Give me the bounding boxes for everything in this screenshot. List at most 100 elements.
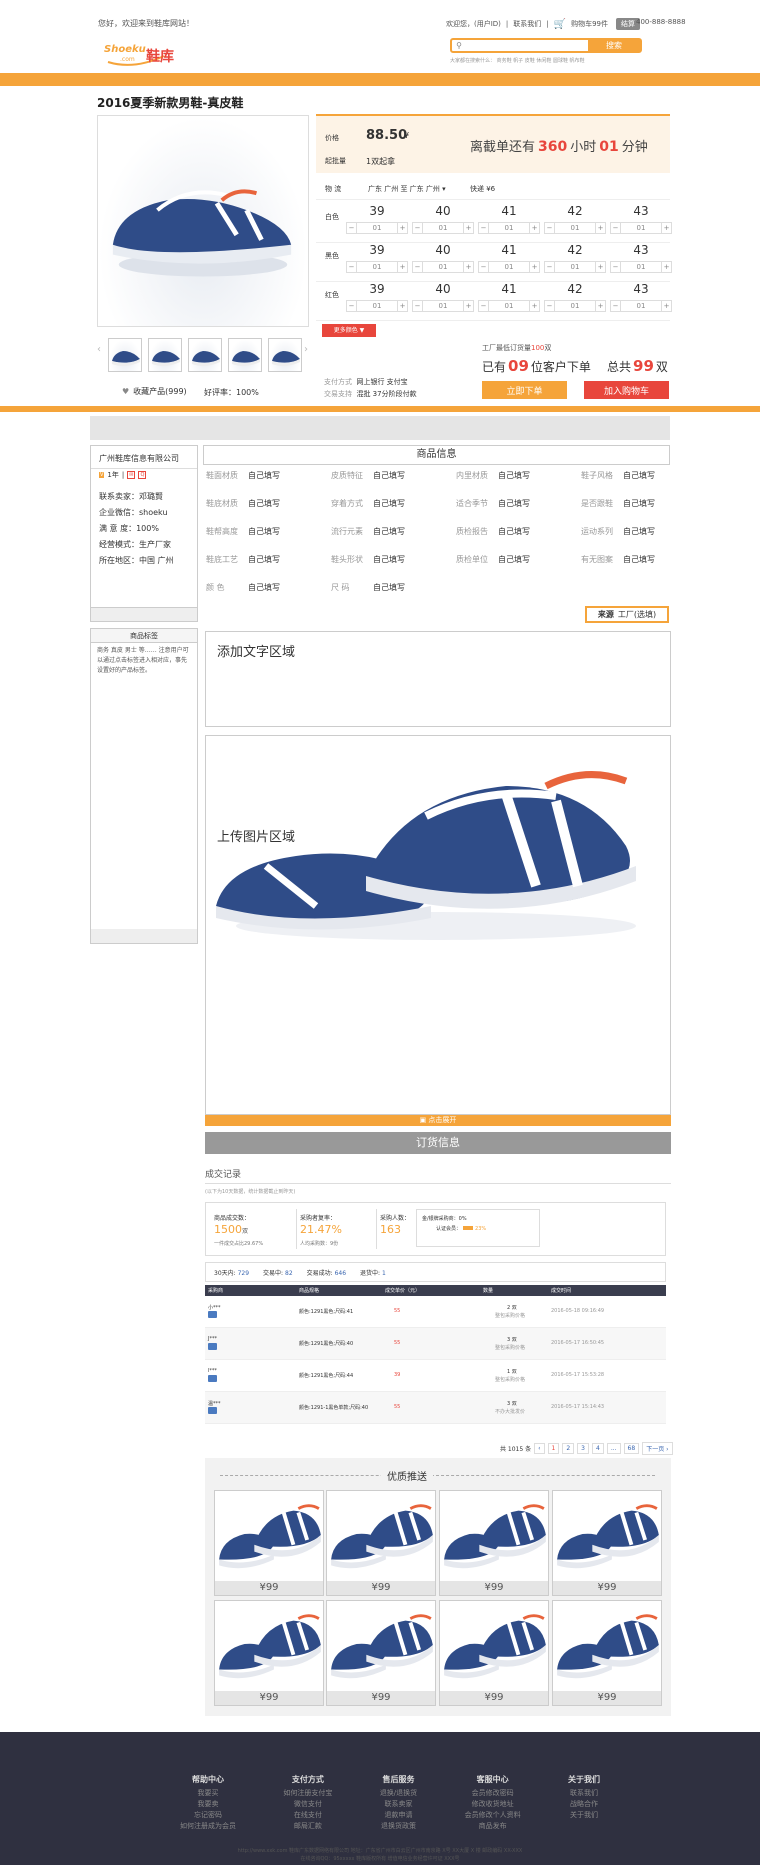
page-button[interactable]: ‹ xyxy=(534,1443,545,1454)
quantity-stepper[interactable]: −01 + xyxy=(544,261,606,273)
quantity-stepper[interactable]: −01 + xyxy=(478,300,540,312)
footer-link[interactable]: 如何注册成为会员 xyxy=(180,1821,236,1832)
contact-link[interactable]: 联系我们 xyxy=(513,19,541,29)
plus-button[interactable]: + xyxy=(595,223,605,233)
footer-link[interactable]: 修改收货地址 xyxy=(465,1799,521,1810)
quantity-input[interactable]: 01 xyxy=(621,223,661,233)
footer-link[interactable]: 退换/退换货 xyxy=(380,1788,417,1799)
quantity-stepper[interactable]: −01 + xyxy=(346,222,408,234)
plus-button[interactable]: + xyxy=(463,262,473,272)
add-to-cart-button[interactable]: 加入购物车 xyxy=(584,381,669,399)
page-button[interactable]: 3 xyxy=(577,1443,589,1454)
minus-button[interactable]: − xyxy=(479,262,489,272)
chat-icon[interactable]: ✉ xyxy=(127,471,136,479)
plus-button[interactable]: + xyxy=(661,223,671,233)
recommend-item[interactable]: ¥99 xyxy=(326,1490,436,1596)
page-button[interactable]: 68 xyxy=(623,1443,640,1454)
quantity-input[interactable]: 01 xyxy=(423,301,463,311)
quantity-input[interactable]: 01 xyxy=(423,223,463,233)
cart-icon[interactable]: 🛒 xyxy=(554,19,566,30)
order-now-button[interactable]: 立即下单 xyxy=(482,381,567,399)
recommend-item[interactable]: ¥99 xyxy=(552,1600,662,1706)
footer-link[interactable]: 退款申请 xyxy=(380,1810,417,1821)
plus-button[interactable]: + xyxy=(397,262,407,272)
quantity-stepper[interactable]: −01 + xyxy=(478,222,540,234)
minus-button[interactable]: − xyxy=(545,301,555,311)
plus-button[interactable]: + xyxy=(397,223,407,233)
page-button[interactable]: 2 xyxy=(562,1443,575,1454)
page-button[interactable]: ... xyxy=(606,1443,621,1454)
quantity-input[interactable]: 01 xyxy=(489,262,529,272)
recommend-item[interactable]: ¥99 xyxy=(214,1490,324,1596)
footer-link[interactable]: 在线支付 xyxy=(283,1810,332,1821)
thumbnail[interactable] xyxy=(148,338,182,372)
quantity-stepper[interactable]: −01 + xyxy=(412,222,474,234)
footer-link[interactable]: 退换货政策 xyxy=(380,1821,417,1832)
plus-button[interactable]: + xyxy=(595,262,605,272)
filter-trading[interactable]: 交易中: 82 xyxy=(263,1268,293,1277)
minus-button[interactable]: − xyxy=(611,301,621,311)
quantity-stepper[interactable]: −01 + xyxy=(610,300,672,312)
footer-link[interactable]: 商品发布 xyxy=(465,1821,521,1832)
footer-link[interactable]: 会员修改个人资料 xyxy=(465,1810,521,1821)
footer-link[interactable]: 邮局汇款 xyxy=(283,1821,332,1832)
minus-button[interactable]: − xyxy=(413,223,423,233)
quantity-stepper[interactable]: −01 + xyxy=(412,261,474,273)
quantity-input[interactable]: 01 xyxy=(357,301,397,311)
plus-button[interactable]: + xyxy=(529,301,539,311)
image-area[interactable]: 上传图片区域 xyxy=(205,735,671,1115)
more-colors-button[interactable]: 更多颜色 ▼ xyxy=(322,324,376,337)
thumbnail[interactable] xyxy=(188,338,222,372)
expand-button[interactable]: ▣ 点击展开 xyxy=(205,1115,671,1126)
recommend-item[interactable]: ¥99 xyxy=(214,1600,324,1706)
page-button[interactable]: 4 xyxy=(591,1443,604,1454)
filter-30d[interactable]: 30天内: 729 xyxy=(214,1268,249,1277)
recommend-item[interactable]: ¥99 xyxy=(326,1600,436,1706)
main-product-image[interactable] xyxy=(97,115,309,327)
minus-button[interactable]: − xyxy=(479,223,489,233)
recommend-item[interactable]: ¥99 xyxy=(552,1490,662,1596)
footer-link[interactable]: 我要卖 xyxy=(180,1799,236,1810)
footer-link[interactable]: 战略合作 xyxy=(568,1799,600,1810)
search-input[interactable] xyxy=(466,40,588,51)
plus-button[interactable]: + xyxy=(661,301,671,311)
logo[interactable]: Shoeku .com 鞋库 xyxy=(104,42,186,68)
footer-link[interactable]: 联系卖家 xyxy=(380,1799,417,1810)
minus-button[interactable]: − xyxy=(611,223,621,233)
plus-button[interactable]: + xyxy=(463,223,473,233)
quantity-input[interactable]: 01 xyxy=(357,262,397,272)
search-button[interactable]: 搜索 xyxy=(588,40,640,51)
favorite-link[interactable]: 收藏产品(999) xyxy=(133,386,187,397)
plus-button[interactable]: + xyxy=(661,262,671,272)
footer-link[interactable]: 关于我们 xyxy=(568,1810,600,1821)
footer-link[interactable]: 微信支付 xyxy=(283,1799,332,1810)
quantity-stepper[interactable]: −01 + xyxy=(346,261,408,273)
recommend-item[interactable]: ¥99 xyxy=(439,1600,549,1706)
seller-name[interactable]: 广州鞋库信息有限公司 xyxy=(91,446,197,469)
minus-button[interactable]: − xyxy=(611,262,621,272)
page-button[interactable]: 下一页 › xyxy=(642,1442,673,1455)
quantity-input[interactable]: 01 xyxy=(621,301,661,311)
plus-button[interactable]: + xyxy=(463,301,473,311)
color-label[interactable]: 黑色 xyxy=(325,251,339,261)
quantity-stepper[interactable]: −01 + xyxy=(610,261,672,273)
qq-icon[interactable]: Q xyxy=(138,471,147,479)
plus-button[interactable]: + xyxy=(397,301,407,311)
thumbnail[interactable] xyxy=(268,338,302,372)
color-label[interactable]: 红色 xyxy=(325,290,339,300)
thumb-prev-icon[interactable]: ‹ xyxy=(97,344,101,355)
minus-button[interactable]: − xyxy=(545,262,555,272)
plus-button[interactable]: + xyxy=(595,301,605,311)
heart-icon[interactable]: ♥ xyxy=(122,387,129,396)
filter-refund[interactable]: 退货中: 1 xyxy=(360,1268,386,1277)
page-button[interactable]: 1 xyxy=(547,1443,560,1454)
text-area[interactable]: 添加文字区域 xyxy=(205,631,671,727)
quantity-stepper[interactable]: −01 + xyxy=(346,300,408,312)
thumb-next-icon[interactable]: › xyxy=(304,344,308,355)
quantity-input[interactable]: 01 xyxy=(555,301,595,311)
color-label[interactable]: 白色 xyxy=(325,212,339,222)
shipping-route-select[interactable]: 广东 广州 至 广东 广州 ▾ xyxy=(368,184,446,194)
quantity-input[interactable]: 01 xyxy=(489,223,529,233)
minus-button[interactable]: − xyxy=(413,262,423,272)
quantity-stepper[interactable]: −01 + xyxy=(544,300,606,312)
